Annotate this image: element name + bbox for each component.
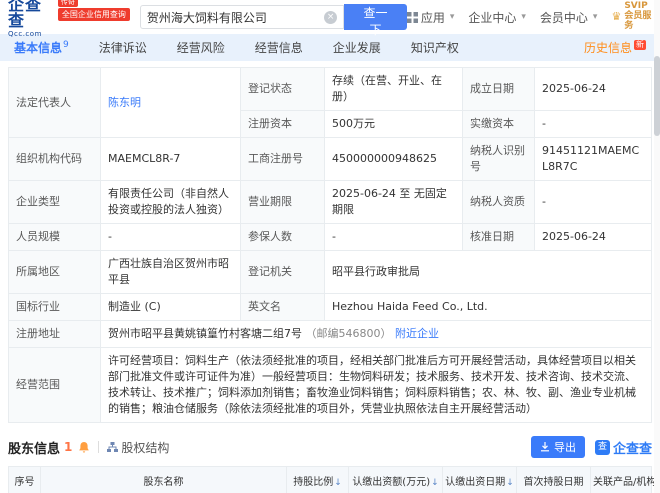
field-label-business-scope: 经营范围 xyxy=(8,347,101,423)
equity-structure-label: 股权结构 xyxy=(121,440,170,455)
field-value-company-type: 有限责任公司（非自然人投资或控股的法人独资） xyxy=(100,180,241,224)
shareholders-section-header: 股东信息 1 股权结构 导出 查 企查查 xyxy=(8,435,652,459)
nav-enterprise-label: 企业中心 xyxy=(468,10,517,25)
field-label-region: 所属地区 xyxy=(8,250,101,294)
svip-sublabel: 会员服务 xyxy=(624,11,652,31)
org-chart-icon xyxy=(107,441,119,452)
field-value-industry: 制造业 (C) xyxy=(100,293,241,321)
search-button[interactable]: 查一下 xyxy=(344,4,407,37)
field-value-approval-date: 2025-06-24 xyxy=(534,223,652,251)
tab-history[interactable]: 历史信息新 xyxy=(584,39,646,56)
field-label-org-code: 组织机构代码 xyxy=(8,137,101,181)
field-value-taxpayer-id: 91451121MAEMCL8R7C xyxy=(534,137,652,181)
field-label-english-name: 英文名 xyxy=(240,293,325,321)
field-label-taxpayer-qual: 纳税人资质 xyxy=(462,180,535,224)
field-value-business-scope: 许可经营项目：饲料生产（依法须经批准的项目，经相关部门批准后方可开展经营活动，具… xyxy=(100,347,652,423)
new-badge: 新 xyxy=(634,40,646,50)
legal-rep-link[interactable]: 陈东明 xyxy=(108,96,141,109)
nav-member-center[interactable]: 会员中心 xyxy=(540,9,598,26)
scrollbar-track[interactable] xyxy=(654,0,660,493)
column-header-amount[interactable]: 认缴出资额(万元) xyxy=(348,466,443,493)
tab-operation[interactable]: 经营信息 xyxy=(255,39,303,56)
top-bar: 企查查 Qcc.com 传奇 全国企业信用查询 × 查一下 应用 企业中心 会员… xyxy=(0,0,660,37)
apps-grid-icon xyxy=(406,11,418,23)
field-value-address: 贺州市昭平县黄姚镇篁竹村客塘二组7号 （邮编546800） 附近企业 xyxy=(100,320,652,348)
shareholders-count: 1 xyxy=(64,440,73,454)
field-label-reg-capital: 注册资本 xyxy=(240,110,325,138)
field-label-biz-reg-no: 工商注册号 xyxy=(240,137,325,181)
field-label-reg-authority: 登记机关 xyxy=(240,250,325,294)
field-value-reg-status: 存续（在营、开业、在册） xyxy=(324,67,463,111)
tab-ip[interactable]: 知识产权 xyxy=(411,39,459,56)
field-value-paid-capital: - xyxy=(534,110,652,138)
field-label-industry: 国标行业 xyxy=(8,293,101,321)
logo-ribbon: 全国企业信用查询 xyxy=(57,7,130,22)
field-value-establish-date: 2025-06-24 xyxy=(534,67,652,111)
nav-apps-label: 应用 xyxy=(420,10,445,25)
column-header-sub-date[interactable]: 认缴出资日期 xyxy=(442,466,517,493)
shareholders-table: 序号 股东名称 持股比例 认缴出资额(万元) 认缴出资日期 首次持股日期 关联产… xyxy=(8,466,656,493)
postal-code: （邮编546800） xyxy=(305,327,392,340)
qcc-watermark: 查 企查查 xyxy=(594,438,652,457)
clear-icon[interactable]: × xyxy=(324,10,338,24)
field-value-org-code: MAEMCL8R-7 xyxy=(100,137,241,181)
field-label-legal-rep: 法定代表人 xyxy=(8,67,101,138)
field-label-taxpayer-id: 纳税人识别号 xyxy=(462,137,535,181)
divider xyxy=(98,441,100,453)
field-label-reg-status: 登记状态 xyxy=(240,67,325,111)
field-label-paid-capital: 实缴资本 xyxy=(462,110,535,138)
svip-badge[interactable]: ♛ SVIP 会员服务 xyxy=(611,1,652,32)
field-label-company-type: 企业类型 xyxy=(8,180,101,224)
tab-basic-count: 9 xyxy=(63,40,69,50)
tab-risk[interactable]: 经营风险 xyxy=(177,39,225,56)
nearby-companies-link[interactable]: 附近企业 xyxy=(395,327,439,340)
field-label-address: 注册地址 xyxy=(8,320,101,348)
column-header-first-date: 首次持股日期 xyxy=(516,466,591,493)
field-value-reg-authority: 昭平县行政审批局 xyxy=(324,250,652,294)
equity-structure-link[interactable]: 股权结构 xyxy=(107,439,169,456)
tab-legal[interactable]: 法律诉讼 xyxy=(99,39,147,56)
field-label-establish-date: 成立日期 xyxy=(462,67,535,111)
tab-development[interactable]: 企业发展 xyxy=(333,39,381,56)
company-info-table: 法定代表人 陈东明 登记状态 存续（在营、开业、在册） 成立日期 2025-06… xyxy=(8,67,652,423)
shareholders-title: 股东信息 xyxy=(8,441,61,457)
field-label-insured-count: 参保人数 xyxy=(240,223,325,251)
tab-basic-info[interactable]: 基本信息9 xyxy=(14,39,69,56)
field-value-biz-reg-no: 450000000948625 xyxy=(324,137,463,181)
field-value-staff-size: - xyxy=(100,223,241,251)
address-text: 贺州市昭平县黄姚镇篁竹村客塘二组7号 xyxy=(108,327,302,340)
field-value-reg-capital: 500万元 xyxy=(324,110,463,138)
field-label-staff-size: 人员规模 xyxy=(8,223,101,251)
tab-bar: 基本信息9 法律诉讼 经营风险 经营信息 企业发展 知识产权 历史信息新 xyxy=(0,34,660,61)
column-header-ratio[interactable]: 持股比例 xyxy=(286,466,349,493)
nav-member-label: 会员中心 xyxy=(539,10,588,25)
logo-domain: Qcc.com xyxy=(8,29,42,38)
field-value-legal-rep: 陈东明 xyxy=(100,67,241,138)
field-value-region: 广西壮族自治区贺州市昭平县 xyxy=(100,250,241,294)
field-value-insured-count: - xyxy=(324,223,463,251)
qcc-brand-icon: 查 xyxy=(594,439,610,455)
export-button[interactable]: 导出 xyxy=(530,436,585,458)
crown-icon: ♛ xyxy=(611,9,622,23)
field-label-business-term: 营业期限 xyxy=(240,180,325,224)
column-header-related: 关联产品/机构 xyxy=(590,466,656,493)
column-header-no: 序号 xyxy=(8,466,41,493)
scrollbar-thumb[interactable] xyxy=(654,56,660,136)
field-value-english-name: Hezhou Haida Feed Co., Ltd. xyxy=(324,293,652,321)
qcc-logo[interactable]: 企查查 Qcc.com 传奇 全国企业信用查询 xyxy=(8,0,130,38)
field-value-taxpayer-qual: - xyxy=(534,180,652,224)
download-icon xyxy=(540,442,549,452)
search-input[interactable] xyxy=(146,10,325,24)
logo-tag: 传奇 xyxy=(57,0,78,7)
nav-apps[interactable]: 应用 xyxy=(406,9,455,26)
logo-text: 企查查 xyxy=(8,0,43,30)
export-label: 导出 xyxy=(553,441,576,454)
nav-enterprise-center[interactable]: 企业中心 xyxy=(468,9,526,26)
field-label-approval-date: 核准日期 xyxy=(462,223,535,251)
bell-icon[interactable] xyxy=(78,441,90,454)
field-value-business-term: 2025-06-24 至 无固定期限 xyxy=(324,180,463,224)
qcc-brand-text: 企查查 xyxy=(612,441,652,457)
column-header-name: 股东名称 xyxy=(40,466,287,493)
